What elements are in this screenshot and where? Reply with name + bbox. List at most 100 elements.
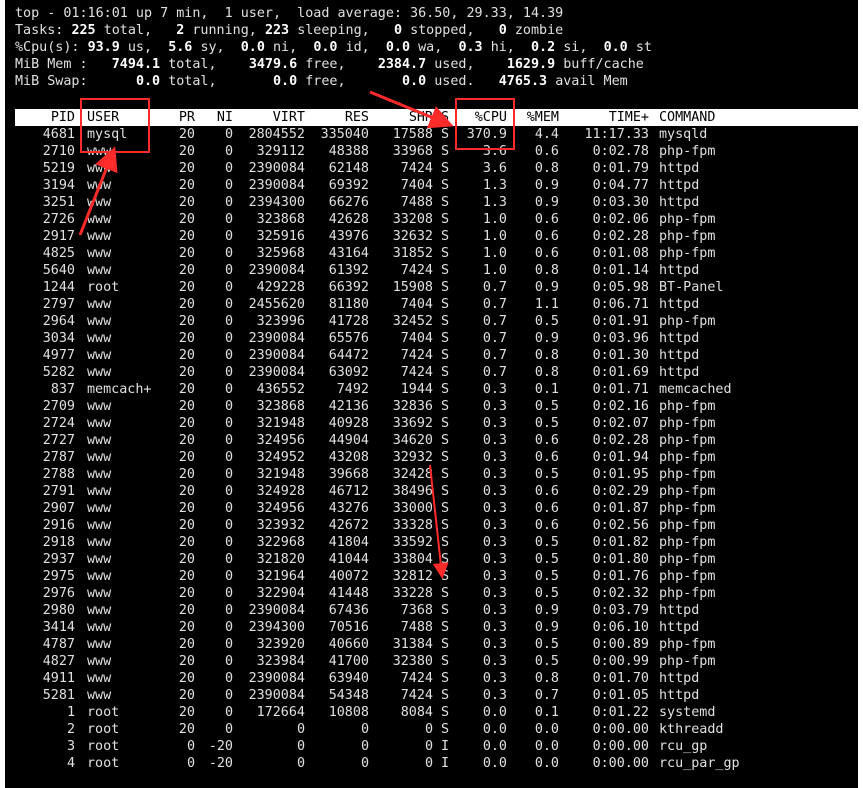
col-pid[interactable]: PID xyxy=(15,109,75,126)
process-row[interactable]: 2726 www 20 0 323868 42628 33208 S 1.0 0.6 0:02.06… xyxy=(15,211,769,228)
cell-command: httpd xyxy=(659,603,700,618)
process-row[interactable]: 4787 www 20 0 323920 40660 31384 S 0.3 0.5 0:00.89… xyxy=(15,636,769,653)
cell-shr: 33000 xyxy=(392,501,433,516)
cell-ni: 0 xyxy=(224,195,233,210)
process-row[interactable]: 4911 www 20 0 2390084 63940 7424 S 0.3 0.8 0:01.70… xyxy=(15,670,769,687)
cell-user: www xyxy=(87,348,112,363)
cell-res: 62148 xyxy=(328,161,369,176)
cell-res: 65576 xyxy=(328,331,369,346)
terminal-window[interactable]: top - 01:16:01 up 7 min, 1 user, load av… xyxy=(5,0,858,788)
cell-pid: 2724 xyxy=(42,416,75,431)
cell-state: S xyxy=(440,569,449,584)
cell-pr: 20 xyxy=(178,178,195,193)
cell-ni: 0 xyxy=(224,365,233,380)
process-row[interactable]: 2937 www 20 0 321820 41044 33804 S 0.3 0.5 0:01.80… xyxy=(15,551,769,568)
cell-shr: 33208 xyxy=(392,212,433,227)
cell-shr: 33592 xyxy=(392,535,433,550)
process-row[interactable]: 2724 www 20 0 321948 40928 33692 S 0.3 0.5 0:02.07… xyxy=(15,415,769,432)
cell-command: httpd xyxy=(659,348,700,363)
col-mem[interactable]: %MEM xyxy=(507,109,559,126)
col-command[interactable]: COMMAND xyxy=(649,109,769,126)
process-row[interactable]: 2975 www 20 0 321964 40072 32812 S 0.3 0.5 0:01.76… xyxy=(15,568,769,585)
process-row[interactable]: 2788 www 20 0 321948 39668 32428 S 0.3 0.5 0:01.95… xyxy=(15,466,769,483)
cell-pr: 20 xyxy=(178,535,195,550)
cell-command: php-fpm xyxy=(659,501,716,516)
process-row[interactable]: 2980 www 20 0 2390084 67436 7368 S 0.3 0.9 0:03.79… xyxy=(15,602,769,619)
process-row[interactable]: 2787 www 20 0 324952 43208 32932 S 0.3 0.6 0:01.94… xyxy=(15,449,769,466)
process-row[interactable]: 3 root 0 -20 0 0 0 I 0.0 0.0 0:00.00 rcu_gp xyxy=(15,738,769,755)
col-user[interactable]: USER xyxy=(75,109,155,126)
process-row[interactable]: 3414 www 20 0 2394300 70516 7488 S 0.3 0.9 0:06.10… xyxy=(15,619,769,636)
process-row[interactable]: 2 root 20 0 0 0 0 S 0.0 0.0 0:00.00 kthreadd xyxy=(15,721,769,738)
process-row[interactable]: 2916 www 20 0 323932 42672 33328 S 0.3 0.6 0:02.56… xyxy=(15,517,769,534)
process-row[interactable]: 2917 www 20 0 325916 43976 32632 S 1.0 0.6 0:02.28… xyxy=(15,228,769,245)
cell-command: kthreadd xyxy=(659,722,724,737)
process-row[interactable]: 1244 root 20 0 429228 66392 15908 S 0.7 0.9 0:05.9… xyxy=(15,279,769,296)
process-row[interactable]: 4825 www 20 0 325968 43164 31852 S 1.0 0.6 0:01.08… xyxy=(15,245,769,262)
cell-pid: 2709 xyxy=(42,399,75,414)
cell-cpu: 0.7 xyxy=(482,297,507,312)
col-time[interactable]: TIME+ xyxy=(559,109,649,126)
cell-user: www xyxy=(87,331,112,346)
process-row[interactable]: 5640 www 20 0 2390084 61392 7424 S 1.0 0.8 0:01.14… xyxy=(15,262,769,279)
cell-pid: 2797 xyxy=(42,297,75,312)
cell-pr: 20 xyxy=(178,450,195,465)
cell-res: 10808 xyxy=(328,705,369,720)
process-row[interactable]: 2907 www 20 0 324956 43276 33000 S 0.3 0.6 0:01.87… xyxy=(15,500,769,517)
cell-res: 0 xyxy=(360,722,369,737)
cell-shr: 15908 xyxy=(392,280,433,295)
cell-virt: 2455620 xyxy=(248,297,305,312)
col-cpu[interactable]: %CPU xyxy=(449,109,507,126)
process-row[interactable]: 2797 www 20 0 2455620 81180 7404 S 0.7 1.1 0:06.71… xyxy=(15,296,769,313)
process-row[interactable]: 3251 www 20 0 2394300 66276 7488 S 1.3 0.9 0:03.30… xyxy=(15,194,769,211)
cell-virt: 2390084 xyxy=(248,263,305,278)
cell-ni: 0 xyxy=(224,552,233,567)
cell-user: mysql xyxy=(87,127,128,142)
process-row[interactable]: 2791 www 20 0 324928 46712 38496 S 0.3 0.6 0:02.29… xyxy=(15,483,769,500)
col-virt[interactable]: VIRT xyxy=(233,109,305,126)
process-row[interactable]: 2918 www 20 0 322968 41804 33592 S 0.3 0.5 0:01.82… xyxy=(15,534,769,551)
cell-time: 0:01.79 xyxy=(592,161,649,176)
cell-user: root xyxy=(87,756,120,771)
col-ni[interactable]: NI xyxy=(195,109,233,126)
process-row[interactable]: 4827 www 20 0 323984 41700 32380 S 0.3 0.5 0:00.99… xyxy=(15,653,769,670)
cell-user: root xyxy=(87,722,120,737)
cell-cpu: 1.3 xyxy=(482,178,507,193)
cell-time: 0:01.87 xyxy=(592,501,649,516)
process-row[interactable]: 2709 www 20 0 323868 42136 32836 S 0.3 0.5 0:02.16… xyxy=(15,398,769,415)
process-row[interactable]: 4977 www 20 0 2390084 64472 7424 S 0.7 0.8 0:01.30… xyxy=(15,347,769,364)
process-row[interactable]: 3194 www 20 0 2390084 69392 7404 S 1.3 0.9 0:04.77… xyxy=(15,177,769,194)
col-pr[interactable]: PR xyxy=(155,109,195,126)
cell-virt: 172664 xyxy=(256,705,305,720)
cell-time: 0:02.28 xyxy=(592,433,649,448)
cell-pr: 20 xyxy=(178,586,195,601)
process-row[interactable]: 1 root 20 0 172664 10808 8084 S 0.0 0.1 0:01.22 sys… xyxy=(15,704,769,721)
process-row[interactable]: 5219 www 20 0 2390084 62148 7424 S 3.6 0.8 0:01.79… xyxy=(15,160,769,177)
process-row[interactable]: 2727 www 20 0 324956 44904 34620 S 0.3 0.6 0:02.28… xyxy=(15,432,769,449)
cell-cpu: 0.3 xyxy=(482,484,507,499)
col-shr[interactable]: SHR xyxy=(369,109,433,126)
cell-pr: 20 xyxy=(178,263,195,278)
process-row[interactable]: 4681 mysql 20 0 2804552 335040 17588 S 370.9 4.4 1… xyxy=(15,126,769,143)
cell-ni: 0 xyxy=(224,535,233,550)
process-row[interactable]: 2964 www 20 0 323996 41728 32452 S 0.7 0.5 0:01.91… xyxy=(15,313,769,330)
cell-time: 0:01.08 xyxy=(592,246,649,261)
process-row[interactable]: 2710 www 20 0 329112 48388 33968 S 3.6 0.6 0:02.78… xyxy=(15,143,769,160)
cell-time: 0:03.96 xyxy=(592,331,649,346)
process-row[interactable]: 837 memcach+ 20 0 436552 7492 1944 S 0.3 0.1 0:01.… xyxy=(15,381,769,398)
col-res[interactable]: RES xyxy=(305,109,369,126)
cell-time: 0:00.00 xyxy=(592,756,649,771)
cell-pid: 3034 xyxy=(42,331,75,346)
cell-pr: 20 xyxy=(178,637,195,652)
process-row[interactable]: 5281 www 20 0 2390084 54348 7424 S 0.3 0.7 0:01.05… xyxy=(15,687,769,704)
col-s[interactable]: S xyxy=(433,109,449,126)
cell-command: BT-Panel xyxy=(659,280,724,295)
process-row[interactable]: 2976 www 20 0 322904 41448 33228 S 0.3 0.5 0:02.32… xyxy=(15,585,769,602)
cell-state: S xyxy=(440,637,449,652)
cell-virt: 324928 xyxy=(256,484,305,499)
cell-shr: 38496 xyxy=(392,484,433,499)
process-row[interactable]: 4 root 0 -20 0 0 0 I 0.0 0.0 0:00.00 rcu_par_gp xyxy=(15,755,769,772)
process-row[interactable]: 5282 www 20 0 2390084 63092 7424 S 0.7 0.8 0:01.69… xyxy=(15,364,769,381)
process-row[interactable]: 3034 www 20 0 2390084 65576 7404 S 0.7 0.9 0:03.96… xyxy=(15,330,769,347)
cell-command: php-fpm xyxy=(659,450,716,465)
